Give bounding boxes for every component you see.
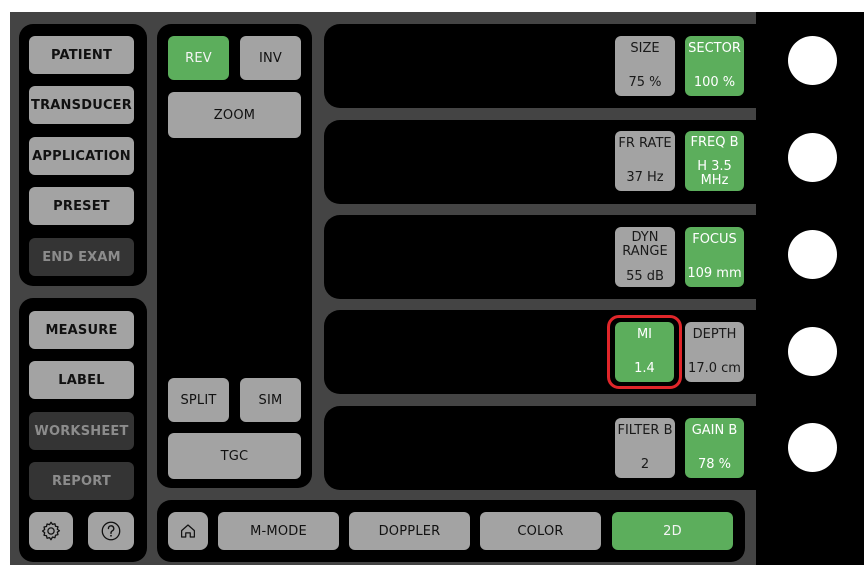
filter-b-value: 2	[640, 457, 650, 472]
preset-button[interactable]: PRESET	[29, 187, 134, 225]
gain-b-control[interactable]: GAIN B 78 %	[685, 418, 744, 478]
question-icon	[101, 521, 121, 541]
inv-button[interactable]: INV	[240, 36, 301, 80]
sector-control[interactable]: SECTOR 100 %	[685, 36, 744, 96]
knob-1[interactable]	[788, 36, 837, 85]
size-value: 75 %	[628, 75, 662, 90]
dyn-range-value: 55 dB	[626, 269, 664, 284]
tgc-button[interactable]: TGC	[168, 433, 301, 479]
depth-value: 17.0 cm	[688, 361, 741, 376]
help-button[interactable]	[88, 512, 134, 550]
size-label: SIZE	[630, 41, 660, 56]
dyn-range-control[interactable]: DYN RANGE 55 dB	[615, 227, 675, 287]
patient-button[interactable]: PATIENT	[29, 36, 134, 74]
freq-b-value-line2: MHz	[700, 173, 729, 188]
fr-rate-label: FR RATE	[618, 136, 672, 151]
freq-b-control[interactable]: FREQ B H 3.5 MHz	[685, 131, 744, 191]
report-button[interactable]: REPORT	[29, 462, 134, 500]
focus-value: 109 mm	[687, 266, 742, 281]
end-exam-button[interactable]: END EXAM	[29, 238, 134, 276]
mi-highlight-ring	[607, 315, 682, 389]
knob-4[interactable]	[788, 327, 837, 376]
depth-label: DEPTH	[692, 327, 737, 342]
sim-button[interactable]: SIM	[240, 378, 301, 422]
knob-2[interactable]	[788, 133, 837, 182]
freq-b-value: H 3.5 MHz	[697, 160, 732, 188]
zoom-button[interactable]: ZOOM	[168, 92, 301, 138]
gain-b-value: 78 %	[697, 457, 732, 472]
freq-b-value-line1: H 3.5	[697, 159, 732, 174]
freq-b-label: FREQ B	[690, 135, 739, 150]
sector-value: 100 %	[693, 75, 736, 90]
rev-button[interactable]: REV	[168, 36, 229, 80]
focus-control[interactable]: FOCUS 109 mm	[685, 227, 744, 287]
home-button[interactable]	[168, 512, 208, 550]
measure-button[interactable]: MEASURE	[29, 311, 134, 349]
home-icon	[181, 524, 195, 538]
color-button[interactable]: COLOR	[480, 512, 601, 550]
doppler-button[interactable]: DOPPLER	[349, 512, 470, 550]
knob-panel	[756, 12, 864, 565]
application-button[interactable]: APPLICATION	[29, 137, 134, 175]
m-mode-button[interactable]: M-MODE	[218, 512, 339, 550]
dyn-range-label-line2: RANGE	[622, 244, 668, 259]
transducer-button[interactable]: TRANSDUCER	[29, 86, 134, 124]
dyn-range-label: DYN RANGE	[622, 231, 667, 259]
focus-label: FOCUS	[692, 232, 737, 247]
label-button[interactable]: LABEL	[29, 361, 134, 399]
worksheet-button[interactable]: WORKSHEET	[29, 412, 134, 450]
split-button[interactable]: SPLIT	[168, 378, 229, 422]
2d-button[interactable]: 2D	[612, 512, 733, 550]
knob-5[interactable]	[788, 423, 837, 472]
gain-b-label: GAIN B	[691, 423, 738, 438]
dyn-range-label-line1: DYN	[631, 230, 659, 245]
knob-3[interactable]	[788, 230, 837, 279]
sector-label: SECTOR	[688, 41, 741, 56]
filter-b-control[interactable]: FILTER B 2	[615, 418, 675, 478]
settings-button[interactable]	[29, 512, 73, 550]
fr-rate-control[interactable]: FR RATE 37 Hz	[615, 131, 675, 191]
gear-icon	[41, 521, 61, 541]
depth-control[interactable]: DEPTH 17.0 cm	[685, 322, 744, 382]
size-control[interactable]: SIZE 75 %	[615, 36, 675, 96]
fr-rate-value: 37 Hz	[626, 170, 664, 185]
filter-b-label: FILTER B	[617, 423, 673, 438]
